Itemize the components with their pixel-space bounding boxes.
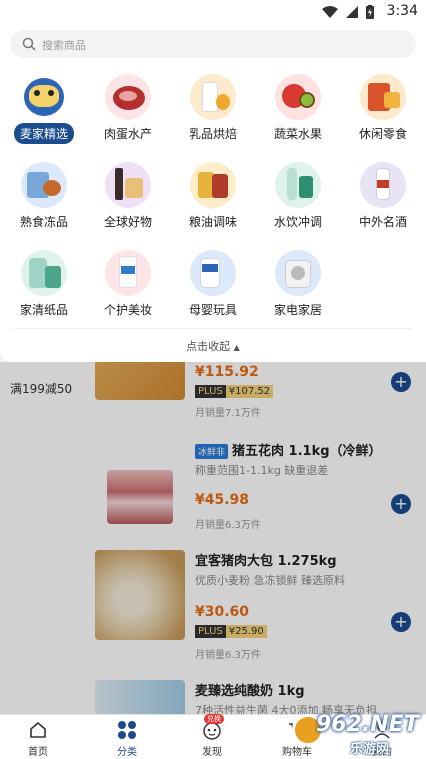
category-maijia-select[interactable]: 麦家精选 xyxy=(9,74,79,154)
category-beverages[interactable]: 水饮冲调 xyxy=(263,162,333,242)
category-appliances-home[interactable]: 家电家居 xyxy=(263,250,333,330)
category-veg-fruit[interactable]: 蔬菜水果 xyxy=(263,74,333,154)
category-baby-toys[interactable]: 母婴玩具 xyxy=(178,250,248,330)
personal-care-icon xyxy=(105,250,151,296)
category-cleaning-paper[interactable]: 家清纸品 xyxy=(9,250,79,330)
category-personal-care[interactable]: 个护美妆 xyxy=(93,250,163,330)
category-dairy-bakery[interactable]: 乳品烘焙 xyxy=(178,74,248,154)
frozen-food-icon xyxy=(21,162,67,208)
status-bar: 3:34 xyxy=(0,0,426,24)
search-icon xyxy=(22,37,36,51)
search-placeholder: 搜索商品 xyxy=(42,39,86,52)
clock: 3:34 xyxy=(386,3,418,19)
milk-icon xyxy=(190,74,236,120)
watermark-subtext: 乐游网 xyxy=(350,742,390,757)
dim-overlay[interactable] xyxy=(0,362,426,714)
fruit-icon xyxy=(275,74,321,120)
grain-oil-icon xyxy=(190,162,236,208)
nav-discover[interactable]: 兑换 发现 xyxy=(182,714,242,758)
divider xyxy=(14,328,412,329)
beverage-icon xyxy=(275,162,321,208)
search-bar[interactable]: 搜索商品 xyxy=(10,30,416,58)
watermark: 962.NET 乐游网 xyxy=(290,708,426,758)
mascot-icon xyxy=(21,74,67,120)
appliance-icon xyxy=(275,250,321,296)
snack-icon xyxy=(360,74,406,120)
caret-up-icon: ▲ xyxy=(233,343,240,352)
wifi-icon xyxy=(322,6,338,18)
category-cooked-frozen[interactable]: 熟食冻品 xyxy=(9,162,79,242)
meat-icon xyxy=(105,74,151,120)
baby-icon xyxy=(190,250,236,296)
category-snacks[interactable]: 休闲零食 xyxy=(348,74,418,154)
signal-icon xyxy=(346,6,358,18)
nav-category[interactable]: 分类 xyxy=(97,719,157,758)
home-icon xyxy=(30,722,46,738)
discover-badge: 兑换 xyxy=(204,714,224,724)
global-goods-icon xyxy=(105,162,151,208)
battery-icon xyxy=(366,5,374,19)
category-global-goods[interactable]: 全球好物 xyxy=(93,162,163,242)
cleaning-icon xyxy=(21,250,67,296)
category-meat-eggs-seafood[interactable]: 肉蛋水产 xyxy=(93,74,163,154)
category-grain-oil[interactable]: 粮油调味 xyxy=(178,162,248,242)
category-panel: 搜索商品 麦家精选 肉蛋水产 乳品烘焙 蔬菜水果 休闲零食 熟食冻品 全球好物 … xyxy=(0,24,426,362)
watermark-text: 962.NET xyxy=(316,712,419,737)
category-icon xyxy=(118,721,136,739)
category-liquor[interactable]: 中外名酒 xyxy=(348,162,418,242)
nav-home[interactable]: 首页 xyxy=(8,719,68,758)
liquor-icon xyxy=(360,162,406,208)
collapse-button[interactable]: 点击收起 ▲ xyxy=(0,338,426,354)
